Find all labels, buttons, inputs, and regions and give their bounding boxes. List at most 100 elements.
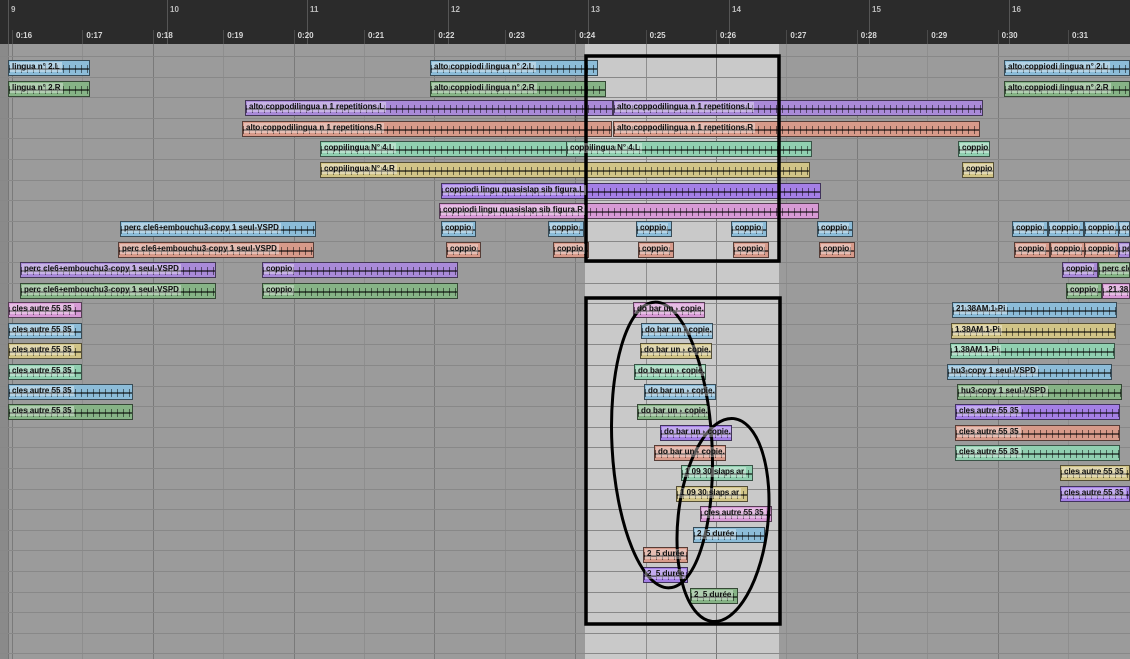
- audio-clip[interactable]: lingua n° 2.L: [8, 60, 90, 76]
- audio-clip[interactable]: perc cle6+embouchu3-copy 1 seul-VSPD: [20, 283, 216, 299]
- time-tick: [364, 30, 365, 44]
- audio-clip[interactable]: cles autre 55 35: [955, 425, 1120, 441]
- clip-label: perc cle6+embouchu3-copy 1 seul-VSPD: [122, 223, 281, 233]
- audio-clip[interactable]: .21.38AM.1-Pi: [1102, 283, 1130, 299]
- audio-clip[interactable]: coppio: [962, 162, 994, 178]
- clip-label: coppio: [1052, 244, 1083, 254]
- clip-label: perc cle6+embouchu3-copy 1 seul-VSPD: [1120, 244, 1129, 254]
- bar-number: 11: [310, 5, 319, 14]
- time-tick: [856, 30, 858, 44]
- audio-clip[interactable]: do bar un - copie.aif 03.21.38AM.1-Pi: [633, 302, 705, 318]
- audio-clip[interactable]: hu3-copy 1 seul-VSPD: [947, 364, 1112, 380]
- audio-clip[interactable]: alto coppiodi lingua n° 2.R: [430, 81, 606, 97]
- audio-clip[interactable]: coppio: [819, 242, 855, 258]
- audio-clip[interactable]: do bar un - copie.aif 03.21.38AM.1-Pi: [644, 384, 716, 400]
- audio-clip[interactable]: hu3-copy 1 seul-VSPD: [957, 384, 1122, 400]
- audio-clip[interactable]: coppio: [1066, 283, 1102, 299]
- audio-clip[interactable]: cles autre 55 35: [955, 404, 1120, 420]
- audio-clip[interactable]: 2_5 durée: [690, 588, 738, 604]
- audio-clip[interactable]: cles autre 55 35: [8, 343, 82, 359]
- audio-clip[interactable]: cles autre 55 35: [1060, 486, 1130, 502]
- audio-clip[interactable]: coppiodi lingu quasislap sib figura.R: [439, 203, 819, 219]
- clip-label: 1.38AM.1-Pi: [952, 345, 1001, 355]
- audio-clip[interactable]: alto coppiodi lingua n° 2.R: [1004, 81, 1130, 97]
- timeline-ruler[interactable]: 9 10 11 12 13 14 15 16 0:16 0:17 0:18 0:19 0:20 0:21 0…: [0, 0, 1130, 44]
- audio-clip[interactable]: coppio: [1084, 221, 1120, 237]
- audio-clip[interactable]: perc cle6+embouchu3-copy 1 seul-VSPD: [20, 262, 216, 278]
- audio-clip[interactable]: coppio: [1012, 221, 1048, 237]
- audio-clip[interactable]: 1.38AM.1-Pi: [950, 343, 1115, 359]
- audio-clip[interactable]: 2_5 durée: [693, 527, 765, 543]
- clip-label: perc cle6+embouchu3-copy 1 seul-VSPD: [22, 285, 181, 295]
- audio-clip[interactable]: perc cle6+embouchu3-copy 1 seul-VSPD: [1118, 242, 1130, 258]
- audio-clip[interactable]: alto coppodilingua n 1 repetitions.R: [242, 121, 612, 137]
- audio-clip[interactable]: coppilingua N° 4.L: [566, 141, 812, 157]
- clip-label: coppilingua N° 4.L: [568, 143, 642, 153]
- audio-clip[interactable]: coppio: [638, 242, 674, 258]
- audio-clip[interactable]: cles autre 55 35: [8, 364, 82, 380]
- audio-clip[interactable]: coppio: [1084, 242, 1120, 258]
- audio-clip[interactable]: coppio: [1014, 242, 1050, 258]
- audio-clip[interactable]: do bar un - copie.aif 03.21.38AM.1-Pi: [637, 404, 709, 420]
- audio-clip[interactable]: 1 09 30 slaps ar: [676, 486, 748, 502]
- audio-clip[interactable]: cles autre 55 35: [955, 445, 1120, 461]
- audio-clip[interactable]: coppio: [636, 221, 672, 237]
- audio-clip[interactable]: 2_5 durée: [643, 567, 688, 583]
- audio-clip[interactable]: coppio: [1062, 262, 1098, 278]
- clip-label: coppio: [264, 264, 295, 274]
- audio-clip[interactable]: cles autre 55 35: [8, 404, 133, 420]
- clip-label: perc cle6+embouchu3-copy 1 seul-VSPD: [22, 264, 181, 274]
- clip-label: coppiodi lingu quasislap sib figura.L: [443, 185, 587, 195]
- clip-label: coppio: [735, 244, 766, 254]
- audio-clip[interactable]: lingua n° 2.R: [8, 81, 90, 97]
- audio-clip[interactable]: coppio: [446, 242, 481, 258]
- audio-clip[interactable]: coppio: [262, 262, 458, 278]
- audio-clip[interactable]: coppio: [958, 141, 990, 157]
- audio-clip[interactable]: do bar un - copie.aif 03.21.38AM.1-Pi: [640, 343, 712, 359]
- time-tick: [293, 30, 295, 44]
- audio-clip[interactable]: perc cle6+embouchu3-copy 1 seul-VSPD: [120, 221, 316, 237]
- audio-clip[interactable]: perc cle6+embouchu3-copy 1 seul-VSPD: [118, 242, 314, 258]
- audio-clip[interactable]: coppio: [731, 221, 767, 237]
- audio-clip[interactable]: alto coppodilingua n 1 repetitions.R: [613, 121, 980, 137]
- audio-clip[interactable]: cles autre 55 35: [700, 506, 772, 522]
- track-divider: [0, 509, 1130, 511]
- audio-clip[interactable]: coppio: [1050, 242, 1086, 258]
- audio-clip[interactable]: cles autre 55 35: [8, 323, 82, 339]
- audio-clip[interactable]: cles autre 55 35: [8, 302, 82, 318]
- clip-label: do bar un - copie.aif 03.21.38AM.1-Pi: [646, 386, 715, 396]
- audio-clip[interactable]: perc cle6+embouchu3-copy 1 seul-VSPD: [1098, 262, 1130, 278]
- audio-clip[interactable]: coppio: [441, 221, 476, 237]
- audio-clip[interactable]: alto coppodilingua n 1 repetitions.L: [613, 100, 983, 116]
- clip-label: 2_5 durée: [645, 549, 687, 559]
- audio-clip[interactable]: coppilingua N° 4.L: [320, 141, 600, 157]
- audio-clip[interactable]: alto coppiodi lingua n° 2.L: [430, 60, 598, 76]
- clip-label: 21.38AM.1-Pi: [954, 304, 1008, 314]
- audio-clip[interactable]: coppio: [733, 242, 769, 258]
- time-label: 0:23: [508, 31, 525, 40]
- audio-clip[interactable]: do bar un - copie.aif 03.21.38AM.1-Pi: [641, 323, 713, 339]
- audio-clip[interactable]: cles autre 55 35: [1060, 465, 1130, 481]
- clip-label: coppio: [1014, 223, 1045, 233]
- arrange-area[interactable]: lingua n° 2.L alto coppiodi lingua n° 2.L…: [0, 44, 1130, 659]
- audio-clip[interactable]: coppio: [548, 221, 584, 237]
- time-tick: [434, 30, 436, 44]
- time-tick: [645, 30, 647, 44]
- audio-clip[interactable]: alto coppiodi lingua n° 2.L: [1004, 60, 1130, 76]
- audio-clip[interactable]: 1 09 30 slaps ar: [681, 465, 753, 481]
- audio-clip[interactable]: coppio: [1048, 221, 1084, 237]
- audio-clip[interactable]: coppilingua N° 4.R: [320, 162, 810, 178]
- audio-clip[interactable]: do bar un - copie.aif 03.21.38AM.1-Pi: [634, 364, 706, 380]
- audio-clip[interactable]: coppio: [1118, 221, 1130, 237]
- audio-clip[interactable]: 1.38AM.1-Pi: [951, 323, 1116, 339]
- audio-clip[interactable]: cles autre 55 35: [8, 384, 133, 400]
- audio-clip[interactable]: do bar un - copie.aif 03.21.38AM.1-Pi: [660, 425, 732, 441]
- audio-clip[interactable]: do bar un - copie.aif 03.21.38AM.1-Pi: [654, 445, 726, 461]
- audio-clip[interactable]: 2_5 durée: [643, 547, 688, 563]
- audio-clip[interactable]: coppio: [817, 221, 853, 237]
- audio-clip[interactable]: 21.38AM.1-Pi: [952, 302, 1117, 318]
- audio-clip[interactable]: alto coppodilingua n 1 repetitions.L: [245, 100, 613, 116]
- audio-clip[interactable]: coppiodi lingu quasislap sib figura.L: [441, 183, 821, 199]
- audio-clip[interactable]: coppio: [553, 242, 589, 258]
- audio-clip[interactable]: coppio: [262, 283, 458, 299]
